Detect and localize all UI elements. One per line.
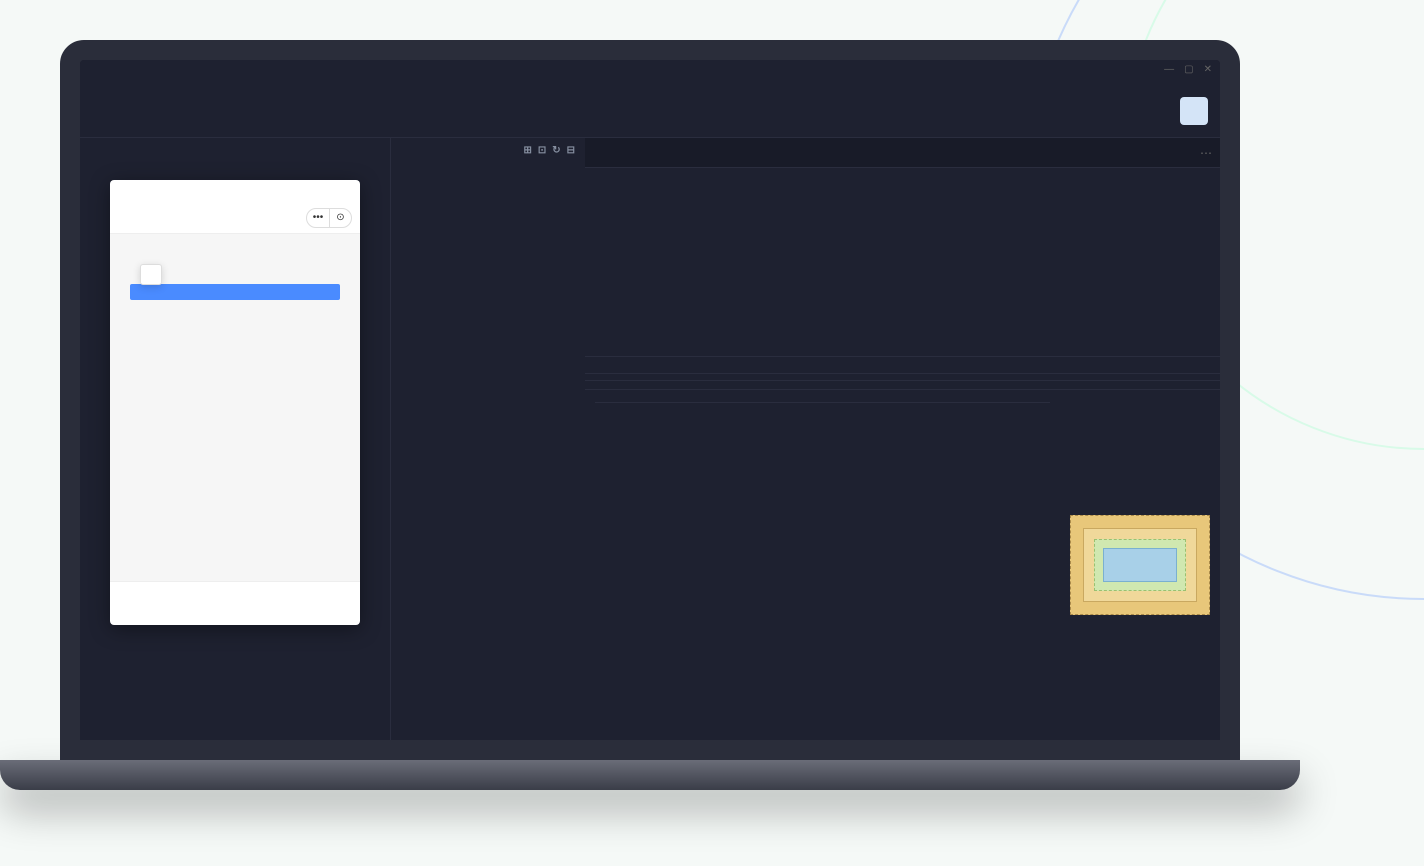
maximize-icon[interactable]: ▢ xyxy=(1184,64,1193,75)
capsule-close-icon[interactable]: ⊙ xyxy=(329,209,351,227)
phone-statusbar xyxy=(110,180,360,202)
devtools-panel xyxy=(585,356,1220,740)
styles-pane[interactable] xyxy=(585,390,1060,740)
dom-tree[interactable] xyxy=(585,365,1220,373)
highlighted-element[interactable] xyxy=(130,284,340,300)
box-model xyxy=(1060,390,1220,740)
breadcrumb xyxy=(585,168,1220,176)
toolbar xyxy=(80,84,1220,138)
phone-navbar: ••• ⊙ xyxy=(110,202,360,234)
laptop-frame: — ▢ ✕ xyxy=(60,40,1240,790)
file-explorer: ⊞ ⊡ ↻ ⊟ xyxy=(390,138,585,740)
dom-breadcrumb xyxy=(585,373,1220,380)
refresh-icon[interactable]: ↻ xyxy=(552,145,560,156)
simulator-device-label xyxy=(80,138,390,150)
close-icon[interactable]: ✕ xyxy=(1204,64,1212,75)
simulator-panel: ••• ⊙ xyxy=(80,138,390,740)
new-folder-icon[interactable]: ⊡ xyxy=(538,145,546,156)
minimize-icon[interactable]: — xyxy=(1164,64,1174,75)
devtools-subtabs xyxy=(585,380,1220,389)
phone-tabbar xyxy=(110,581,360,625)
ide-window: — ▢ ✕ xyxy=(80,60,1220,740)
menubar: — ▢ ✕ xyxy=(80,60,1220,84)
phone-frame: ••• ⊙ xyxy=(110,180,360,625)
avatar[interactable] xyxy=(1180,97,1208,125)
capsule-menu-icon[interactable]: ••• xyxy=(307,209,329,227)
tab-overflow-icon[interactable]: ⋯ xyxy=(1192,138,1220,167)
editor-tabs: ⋯ xyxy=(585,138,1220,168)
new-file-icon[interactable]: ⊞ xyxy=(523,145,531,156)
inspect-tooltip xyxy=(140,264,162,285)
editor-pane: ⋯ xyxy=(585,138,1220,740)
collapse-icon[interactable]: ⊟ xyxy=(567,145,575,156)
code-editor[interactable] xyxy=(585,176,1220,356)
